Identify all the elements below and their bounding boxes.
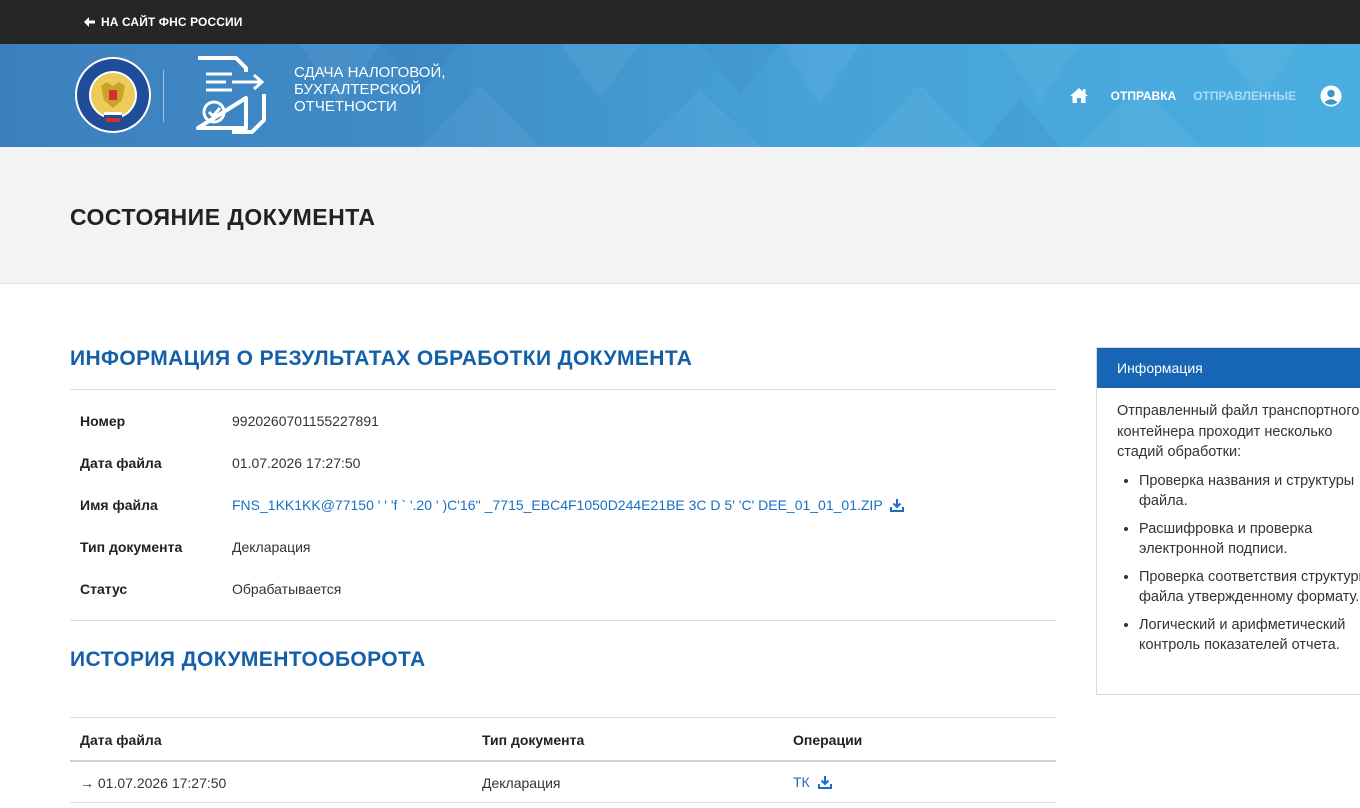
divider [70,389,1056,390]
tk-download-link[interactable]: ТК [793,774,832,790]
nav-sent[interactable]: ОТПРАВЛЕННЫЕ [1193,89,1296,103]
info-panel: Информация Отправленный файл транспортно… [1096,347,1360,695]
download-icon [817,776,832,789]
brand-line: БУХГАЛТЕРСКОЙ [294,81,422,98]
operation-label: ТК [793,774,810,790]
info-label: Номер [80,413,126,429]
main-nav: ОТПРАВКА ОТПРАВЛЕННЫЕ [1069,44,1360,147]
page-title-bar: СОСТОЯНИЕ ДОКУМЕНТА [0,147,1360,284]
info-value: 9920260701155227891 [232,413,379,429]
list-item-text: Проверка названия и структуры [1139,472,1355,489]
panel-text-line: Отправленный файл транспортного [1117,403,1360,419]
list-item-text: Проверка соответствия структуры [1139,568,1360,585]
document-check-icon [196,56,266,134]
file-download-link[interactable]: FNS_1KK1KK@77150 ' ' 'f ` '.20 ' )C'16''… [232,497,905,513]
list-item-text: файла утвержденному формату. [1139,589,1360,605]
info-label: Имя файла [80,497,158,513]
list-item-text: Логический и арифметический [1139,616,1346,633]
brand-line: ОТЧЕТНОСТИ [294,98,397,115]
history-col-operations: Операции [793,732,863,748]
list-item: Логический и арифметический контроль пока… [1139,615,1360,656]
page-title: СОСТОЯНИЕ ДОКУМЕНТА [70,203,376,230]
status-value: Обрабатывается [232,581,342,597]
arrow-left-icon [84,17,95,27]
header-divider [163,70,164,122]
divider [70,760,1056,762]
list-item: Проверка названия и структуры файла. [1139,471,1360,512]
list-item: Расшифровка и проверка электронной подпис… [1139,519,1360,560]
list-item: Проверка соответствия структуры файла утв… [1139,567,1360,608]
list-item-text: Расшифровка и проверка [1139,520,1313,537]
info-panel-title: Информация [1097,348,1360,388]
info-label: Статус [80,581,128,597]
history-section-title: ИСТОРИЯ ДОКУМЕНТООБОРОТА [70,648,426,671]
download-icon [890,499,905,512]
back-to-fns-link[interactable]: НА САЙТ ФНС РОССИИ [84,15,242,29]
list-item-text: контроль показателей отчета. [1139,637,1340,653]
history-date: → 01.07.2026 17:27:50 [80,775,227,791]
fns-emblem[interactable] [74,56,152,138]
divider [70,717,1056,718]
info-label: Дата файла [80,455,162,471]
history-type: Декларация [482,775,561,791]
info-section-title: ИНФОРМАЦИЯ О РЕЗУЛЬТАТАХ ОБРАБОТКИ ДОКУМ… [70,347,693,370]
user-icon[interactable] [1320,85,1342,107]
brand-title: СДАЧА НАЛОГОВОЙ, БУХГАЛТЕРСКОЙ ОТЧЕТНОСТ… [294,64,445,115]
nav-send[interactable]: ОТПРАВКА [1111,89,1177,103]
home-icon[interactable] [1069,87,1089,104]
panel-text-line: стадий обработки: [1117,444,1242,460]
list-item-text: электронной подписи. [1139,541,1288,557]
tax-report-logo[interactable] [192,54,270,138]
back-link-label: НА САЙТ ФНС РОССИИ [101,15,243,29]
history-col-date: Дата файла [80,732,162,748]
site-header: СДАЧА НАЛОГОВОЙ, БУХГАЛТЕРСКОЙ ОТЧЕТНОСТ… [0,44,1360,147]
file-name: FNS_1KK1KK@77150 ' ' 'f ` '.20 ' )C'16''… [232,497,883,513]
history-col-type: Тип документа [482,732,585,748]
divider [70,620,1056,621]
fns-emblem-icon [75,57,151,133]
stages-list: Проверка названия и структуры файла. Расш… [1117,471,1360,656]
info-value: Декларация [232,539,311,555]
top-bar: НА САЙТ ФНС РОССИИ [0,0,1360,44]
info-label: Тип документа [80,539,183,555]
info-value: 01.07.2026 17:27:50 [232,455,361,471]
panel-text-line: контейнера проходит несколько [1117,423,1333,440]
info-panel-body: Отправленный файл транспортного контейне… [1097,388,1360,656]
list-item-text: файла. [1139,493,1188,509]
brand-line: СДАЧА НАЛОГОВОЙ, [294,64,446,81]
divider [70,802,1056,803]
